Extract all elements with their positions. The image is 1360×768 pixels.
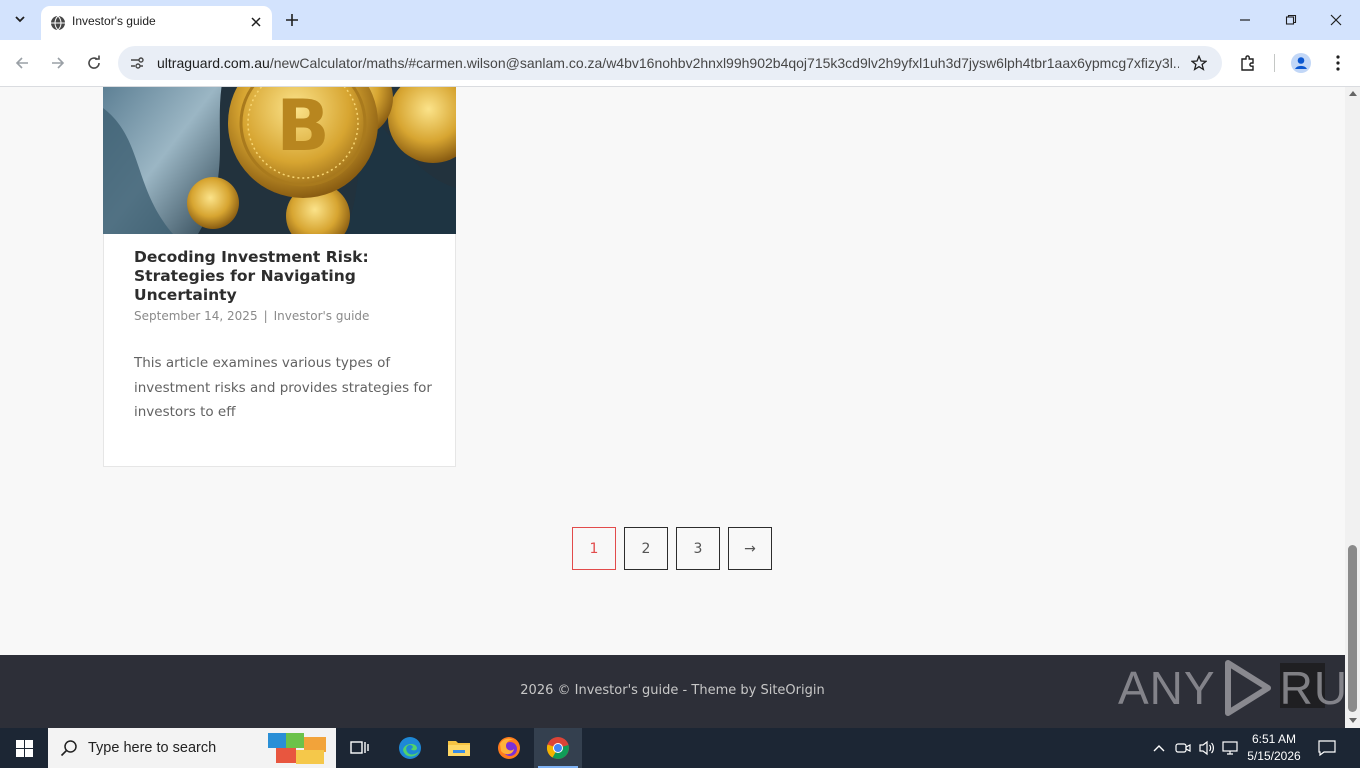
restore-button[interactable] [1276, 6, 1306, 34]
windows-taskbar: Type here to search 6:51 AM 5/15/2026 [0, 728, 1360, 768]
anyrun-watermark: ANY RUN [1118, 655, 1345, 721]
minimize-button[interactable] [1230, 6, 1260, 34]
watermark-text-right: RUN [1279, 662, 1345, 714]
plus-icon [286, 14, 298, 26]
network-icon [1222, 741, 1238, 755]
chrome-app[interactable] [534, 728, 582, 768]
firefox-icon [498, 737, 520, 759]
folder-icon [448, 741, 470, 756]
page-link-2[interactable]: 2 [624, 527, 668, 570]
new-tab-button[interactable] [282, 10, 302, 30]
start-button[interactable] [0, 728, 48, 768]
site-info-button[interactable] [128, 54, 146, 72]
notification-icon [1318, 740, 1336, 756]
arrow-right-icon [52, 57, 65, 69]
task-view-icon [350, 741, 369, 754]
back-button[interactable] [10, 51, 34, 75]
minimize-icon [1240, 19, 1250, 21]
post-category[interactable]: Investor's guide [274, 309, 370, 323]
post-excerpt: This article examines various types of i… [134, 355, 432, 420]
browser-tab-strip: Investor's guide [0, 0, 1360, 40]
clock-time: 6:51 AM [1251, 732, 1297, 746]
chrome-icon [546, 737, 569, 759]
edge-icon [399, 737, 421, 759]
post-title[interactable]: Decoding Investment Risk: Strategies for… [134, 248, 424, 305]
site-footer: 2026 © Investor's guide - Theme by SiteO… [0, 655, 1345, 728]
search-icon [60, 740, 77, 757]
action-center-button[interactable] [1316, 738, 1338, 758]
forward-button[interactable] [46, 51, 70, 75]
tab-title: Investor's guide [72, 14, 156, 28]
system-clock[interactable]: 6:51 AM 5/15/2026 [1243, 731, 1305, 765]
chevron-down-icon [15, 16, 25, 23]
reload-button[interactable] [82, 51, 106, 75]
tune-icon [131, 57, 144, 69]
browser-toolbar: ultraguard.com.au/newCalculator/maths/#c… [0, 40, 1360, 87]
edge-app[interactable] [386, 728, 434, 768]
scroll-up-arrow-icon[interactable] [1349, 91, 1357, 96]
bookmark-button[interactable] [1190, 54, 1208, 72]
bitcoin-coins-image: B [103, 87, 456, 234]
puzzle-pieces-icon [268, 733, 326, 764]
star-icon [1191, 55, 1207, 71]
reload-icon [88, 55, 100, 69]
show-hidden-icons-button[interactable] [1149, 738, 1169, 758]
svg-text:B: B [276, 87, 329, 167]
pagination: 1 2 3 → [572, 527, 772, 570]
next-page-link[interactable]: → [728, 527, 772, 570]
scrollbar-thumb[interactable] [1348, 545, 1357, 712]
post-meta: September 14, 2025 | Investor's guide [134, 309, 369, 323]
page-link-1[interactable]: 1 [572, 527, 616, 570]
address-bar[interactable]: ultraguard.com.au/newCalculator/maths/#c… [118, 46, 1222, 80]
siteorigin-link[interactable]: SiteOrigin [760, 683, 824, 698]
post-card: B Decoding Investment Risk: Strategies f… [103, 87, 456, 467]
taskbar-search[interactable]: Type here to search [48, 728, 336, 768]
tab-search-button[interactable] [8, 7, 32, 31]
meet-now-button[interactable] [1173, 738, 1193, 758]
restore-icon [1285, 14, 1297, 25]
network-button[interactable] [1221, 738, 1241, 758]
browser-tab-active[interactable]: Investor's guide [41, 6, 272, 40]
page-scrollbar[interactable] [1345, 87, 1360, 728]
close-icon [251, 17, 261, 27]
speaker-icon [1199, 740, 1214, 756]
watermark-text-left: ANY [1118, 662, 1216, 714]
windows-logo-icon [15, 739, 33, 757]
puzzle-icon [1241, 55, 1254, 71]
menu-button[interactable] [1327, 52, 1349, 74]
firefox-app[interactable] [485, 728, 533, 768]
footer-dash: - [682, 683, 688, 698]
globe-icon [51, 15, 65, 31]
play-logo-icon [1224, 660, 1271, 716]
post-thumbnail[interactable]: B [103, 87, 456, 234]
search-placeholder: Type here to search [88, 740, 217, 756]
close-window-button[interactable] [1321, 6, 1351, 34]
url-domain: ultraguard.com.au [157, 55, 270, 71]
toolbar-separator [1274, 54, 1275, 72]
arrow-left-icon [15, 57, 28, 69]
avatar-icon [1291, 53, 1311, 73]
extensions-button[interactable] [1237, 52, 1259, 74]
clock-date: 5/15/2026 [1247, 749, 1301, 763]
web-page: B Decoding Investment Risk: Strategies f… [0, 87, 1345, 728]
footer-copyright: 2026 © Investor's guide [520, 683, 679, 698]
page-link-3[interactable]: 3 [676, 527, 720, 570]
footer-theme-prefix: Theme by [691, 683, 757, 698]
meta-separator: | [263, 309, 268, 323]
post-date[interactable]: September 14, 2025 [134, 309, 258, 323]
file-explorer-app[interactable] [435, 728, 483, 768]
url-text: ultraguard.com.au/newCalculator/maths/#c… [157, 55, 1179, 71]
url-path: /newCalculator/maths/#carmen.wilson@sanl… [269, 55, 1179, 71]
camera-icon [1175, 743, 1191, 753]
more-vertical-icon [1336, 55, 1340, 71]
chevron-up-icon [1153, 745, 1165, 752]
profile-button[interactable] [1290, 52, 1312, 74]
scroll-down-arrow-icon[interactable] [1349, 718, 1357, 723]
task-view-button[interactable] [336, 728, 384, 768]
close-icon [1330, 14, 1342, 26]
close-tab-button[interactable] [248, 14, 264, 30]
volume-button[interactable] [1197, 738, 1217, 758]
